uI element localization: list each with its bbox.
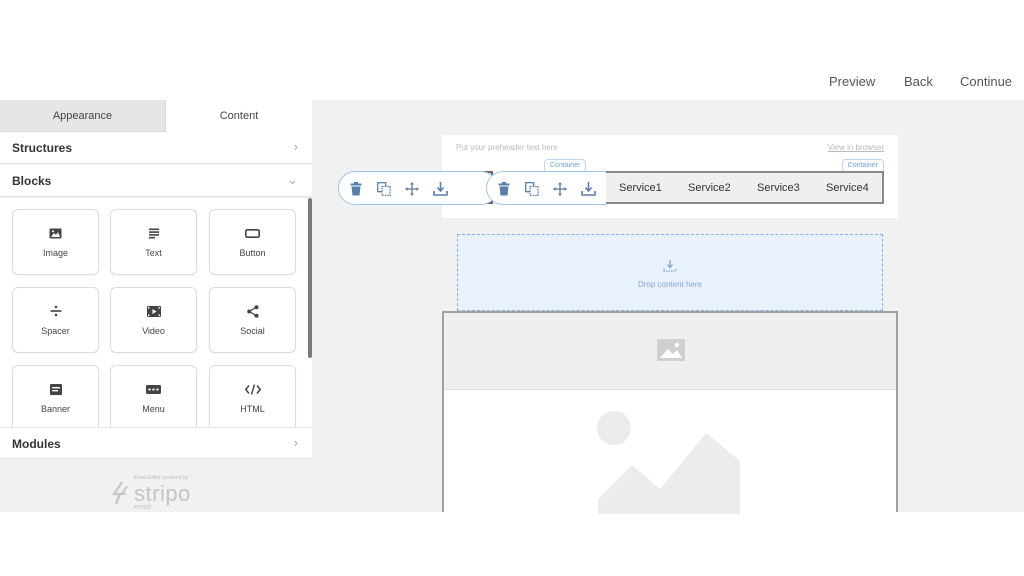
back-link[interactable]: Back [904,74,933,89]
block-banner-label: Banner [40,404,71,414]
chevron-right-icon: › [293,139,298,154]
image-structure[interactable] [442,311,898,514]
logo-sub: email [134,504,151,511]
block-banner[interactable]: Banner [12,365,99,427]
section-structures-label: Structures [12,141,73,155]
block-html-label: HTML [240,404,265,414]
drop-zone-text: Drop content here [637,280,703,289]
banner-icon [13,382,98,396]
delete-icon[interactable] [495,180,513,198]
chevron-down-icon: ⌄ [287,172,298,187]
download-icon [663,259,677,277]
image-placeholder-banner[interactable] [444,313,896,390]
editor-app: Appearance Content Structures › Blocks ⌄… [0,100,1024,514]
block-button[interactable]: Button [209,209,296,275]
text-icon [111,226,196,240]
stripo-logo: Email Editor powered by stripo email [112,475,212,512]
block-button-label: Button [239,248,266,258]
email-canvas: Put your preheader text here View in bro… [312,100,1024,514]
block-spacer[interactable]: Spacer [12,287,99,353]
image-placeholder-large-icon [594,409,744,519]
container-toolbar [338,171,498,205]
tab-appearance[interactable]: Appearance [0,100,166,132]
menu-icon [111,382,196,396]
chevron-right-icon: › [293,435,298,450]
copy-icon[interactable] [523,180,541,198]
menu-item-service2[interactable]: Service2 [688,182,731,194]
block-menu-label: Menu [142,404,165,414]
video-icon [111,304,196,318]
section-structures[interactable]: Structures › [0,132,312,164]
block-spacer-label: Spacer [41,326,70,336]
menu-item-service3[interactable]: Service3 [757,182,800,194]
sidebar: Appearance Content Structures › Blocks ⌄… [0,100,312,512]
stripo-mark-icon [112,481,128,505]
preview-link[interactable]: Preview [829,74,875,89]
block-text-label: Text [145,248,162,258]
move-icon[interactable] [551,180,569,198]
menu-block[interactable]: Service1 Service2 Service3 Service4 [604,171,884,204]
image-icon [13,226,98,240]
structure-toolbar [486,171,606,205]
move-icon[interactable] [403,180,421,198]
image-placeholder-icon [657,339,685,366]
spacer-icon [13,304,98,318]
preheader-text[interactable]: Put your preheader text here [456,143,558,152]
code-icon [210,382,295,396]
section-blocks[interactable]: Blocks ⌄ [0,165,312,197]
block-menu[interactable]: Menu [110,365,197,427]
save-module-icon[interactable] [431,180,449,198]
sidebar-tabs: Appearance Content [0,100,312,132]
block-image[interactable]: Image [12,209,99,275]
block-text[interactable]: Text [110,209,197,275]
section-modules-label: Modules [12,437,61,451]
block-social-label: Social [240,326,265,336]
section-blocks-label: Blocks [12,174,52,188]
menu-item-service1[interactable]: Service1 [619,182,662,194]
top-bar: Preview Back Continue [0,0,1024,100]
menu-item-service4[interactable]: Service4 [826,182,869,194]
tab-content[interactable]: Content [166,100,312,132]
continue-link[interactable]: Continue [960,74,1012,89]
block-social[interactable]: Social [209,287,296,353]
save-module-icon[interactable] [579,180,597,198]
block-html[interactable]: HTML [209,365,296,427]
section-modules[interactable]: Modules › [0,427,312,459]
block-video[interactable]: Video [110,287,197,353]
share-icon [210,304,295,318]
block-video-label: Video [142,326,165,336]
drop-zone[interactable]: Drop content here [457,234,883,311]
blocks-grid: Image Text Button Spacer Video Social Ba… [0,198,312,427]
view-in-browser-link[interactable]: View in browser [828,143,884,152]
block-image-label: Image [42,248,68,258]
button-icon [210,226,295,240]
copy-icon[interactable] [375,180,393,198]
delete-icon[interactable] [347,180,365,198]
